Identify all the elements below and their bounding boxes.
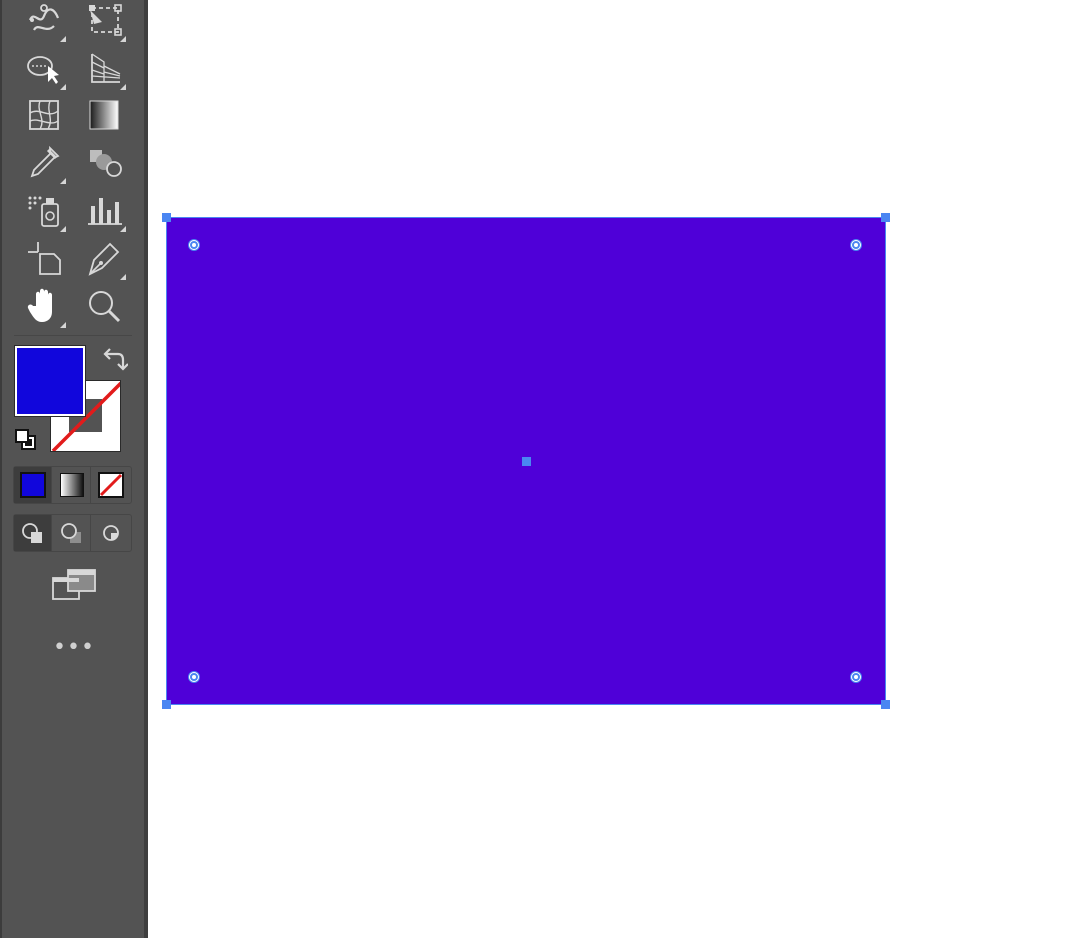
gradient-swatch-icon [59, 473, 84, 497]
blend-tool[interactable] [82, 140, 126, 184]
perspective-grid-tool[interactable] [82, 46, 126, 90]
hand-icon [27, 288, 52, 322]
shape-builder-tool[interactable] [22, 46, 66, 90]
draw-inside-button[interactable] [92, 515, 130, 551]
screen-mode-icon [52, 569, 96, 600]
shape-builder-icon [27, 56, 59, 84]
tools-panel: ••• [0, 0, 148, 938]
selected-rectangle[interactable] [162, 213, 890, 709]
puppet-warp-tool[interactable] [22, 0, 66, 42]
color-mode-button[interactable] [14, 467, 52, 503]
fill-swatch[interactable] [15, 346, 85, 416]
pen-tool[interactable] [82, 236, 126, 280]
free-transform-icon [89, 4, 122, 36]
artboard-canvas[interactable] [148, 0, 1066, 938]
screen-mode-button[interactable] [50, 566, 98, 606]
corner-radius-widget-bottom-left[interactable] [189, 672, 199, 682]
symbol-sprayer-icon [28, 196, 59, 227]
zoom-tool[interactable] [82, 284, 126, 328]
draw-normal-button[interactable] [14, 515, 52, 551]
more-tools-icon: ••• [53, 635, 95, 660]
edit-toolbar-button[interactable]: ••• [52, 635, 96, 660]
zoom-icon [89, 291, 121, 323]
mesh-tool[interactable] [22, 93, 66, 137]
free-transform-tool[interactable] [82, 0, 126, 42]
solid-color-icon [19, 472, 46, 498]
bounding-box-handle-bottom-right[interactable] [881, 700, 890, 709]
eyedropper-icon [30, 145, 60, 178]
gradient-tool[interactable] [82, 93, 126, 137]
default-fill-stroke-icon[interactable] [14, 428, 38, 452]
draw-normal-icon [21, 523, 42, 543]
gradient-mode-button[interactable] [53, 467, 91, 503]
bounding-box-handle-top-right[interactable] [881, 213, 890, 222]
blend-icon [90, 150, 122, 177]
pen-icon [88, 242, 120, 276]
color-mode-group [13, 466, 132, 504]
draw-mode-group [13, 514, 132, 552]
corner-radius-widget-top-left[interactable] [189, 240, 199, 250]
symbol-sprayer-tool[interactable] [22, 188, 66, 232]
perspective-grid-icon [91, 53, 121, 83]
swap-fill-stroke-icon[interactable] [102, 346, 129, 372]
column-graph-tool[interactable] [82, 188, 126, 232]
none-mode-button[interactable] [92, 467, 130, 503]
hand-tool[interactable] [22, 284, 66, 328]
draw-behind-icon [60, 523, 81, 543]
none-swatch-icon [98, 472, 124, 498]
mesh-icon [29, 100, 59, 130]
bounding-box-handle-top-left[interactable] [162, 213, 171, 222]
bounding-box-handle-bottom-left[interactable] [162, 700, 171, 709]
draw-behind-button[interactable] [53, 515, 91, 551]
artboard-tool[interactable] [22, 236, 66, 280]
corner-radius-widget-bottom-right[interactable] [851, 672, 861, 682]
column-graph-icon [88, 198, 122, 225]
center-point[interactable] [522, 457, 531, 466]
toolbar-separator [14, 335, 132, 336]
puppet-warp-icon [28, 4, 60, 31]
eyedropper-tool[interactable] [22, 140, 66, 184]
corner-radius-widget-top-right[interactable] [851, 240, 861, 250]
gradient-icon [89, 100, 119, 130]
artboard-icon [28, 242, 61, 275]
draw-inside-icon [103, 525, 119, 541]
